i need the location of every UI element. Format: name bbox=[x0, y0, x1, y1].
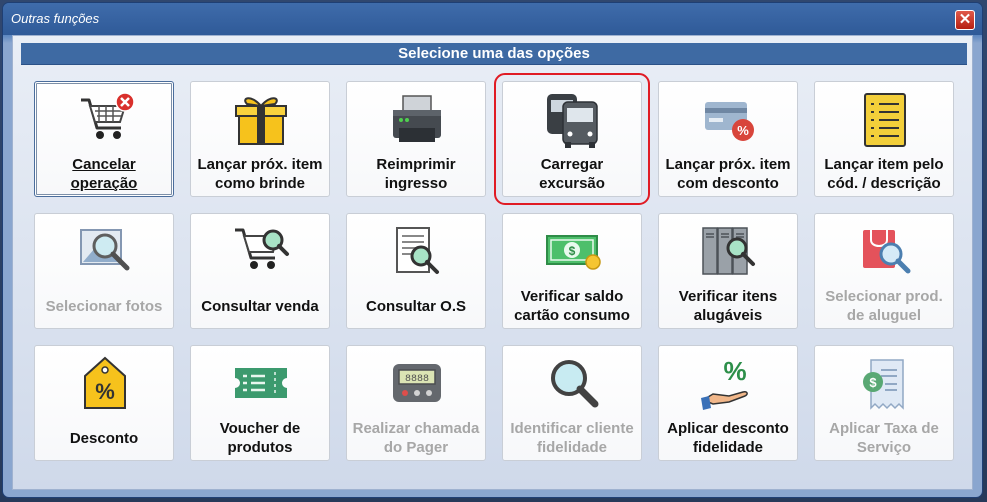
option-carregar-excursao[interactable]: Carregar excursão bbox=[494, 73, 650, 205]
close-button[interactable]: ✕ bbox=[955, 10, 975, 30]
pager-icon: 8888 bbox=[393, 364, 441, 402]
option-label-line1: Cancelar bbox=[72, 156, 136, 173]
svg-text:$: $ bbox=[569, 244, 576, 258]
buses-icon bbox=[547, 94, 598, 148]
option-label-line1: Verificar itens bbox=[678, 288, 778, 305]
svg-text:8888: 8888 bbox=[405, 374, 429, 385]
title-bar[interactable]: Outras funções ✕ bbox=[3, 3, 982, 35]
option-label-line1: Lançar item pelo bbox=[824, 156, 944, 173]
options-panel: Selecione uma das opções Cancelar operaçã… bbox=[12, 35, 973, 490]
option-label-line1: Consultar venda bbox=[201, 297, 319, 315]
bag-search-icon bbox=[863, 230, 911, 274]
option-label-line2: produtos bbox=[227, 439, 293, 456]
option-label-line1: Aplicar desconto bbox=[667, 420, 789, 437]
option-label-line1: Carregar bbox=[540, 156, 604, 173]
option-label-line2: com desconto bbox=[677, 175, 779, 192]
option-label-line1: Consultar O.S bbox=[365, 297, 466, 315]
option-label-line1: Selecionar prod. bbox=[825, 288, 943, 305]
hand-percent-icon: % bbox=[701, 356, 748, 410]
money-card-icon: $ bbox=[546, 235, 601, 270]
option-chamada-pager[interactable]: 8888 Realizar chamada do Pager bbox=[346, 345, 486, 461]
option-label-line2: como brinde bbox=[214, 175, 305, 192]
option-label-line2: fidelidade bbox=[536, 439, 607, 456]
option-label-line2: alugáveis bbox=[693, 307, 763, 324]
option-label-line2: cartão consumo bbox=[514, 307, 630, 324]
option-selecionar-prod-aluguel[interactable]: Selecionar prod. de aluguel bbox=[814, 213, 954, 329]
option-label-line2: excursão bbox=[539, 175, 605, 192]
option-verificar-saldo[interactable]: $ Verificar saldo cartão consumo bbox=[502, 213, 642, 329]
option-lancar-item-codigo[interactable]: Lançar item pelo cód. / descrição bbox=[814, 81, 954, 197]
option-label-line2: operação bbox=[70, 175, 138, 192]
document-search-icon bbox=[396, 227, 439, 274]
option-verificar-itens-alugaveis[interactable]: Verificar itens alugáveis bbox=[658, 213, 798, 329]
option-selecionar-fotos[interactable]: Selecionar fotos bbox=[34, 213, 174, 329]
percent-tag-icon: % bbox=[84, 356, 126, 409]
option-reimprimir-ingresso[interactable]: Reimprimir ingresso bbox=[346, 81, 486, 197]
option-consultar-os[interactable]: Consultar O.S bbox=[346, 213, 486, 329]
svg-text:%: % bbox=[95, 379, 115, 404]
photo-search-icon bbox=[80, 229, 130, 271]
option-cancelar-operacao[interactable]: Cancelar operação bbox=[34, 81, 174, 197]
option-label-line1: Lançar próx. item bbox=[197, 156, 323, 173]
option-label-line2: do Pager bbox=[383, 439, 449, 456]
svg-text:$: $ bbox=[869, 375, 877, 390]
gift-icon bbox=[235, 97, 287, 145]
option-label-line1: Voucher de bbox=[219, 420, 301, 437]
lockers-search-icon bbox=[702, 227, 755, 275]
cart-search-icon bbox=[235, 228, 289, 269]
option-lancar-desconto[interactable]: % Lançar próx. item com desconto bbox=[658, 81, 798, 197]
other-functions-dialog: Outras funções ✕ Selecione uma das opçõe… bbox=[2, 2, 983, 498]
list-icon bbox=[864, 93, 906, 147]
magnifier-icon bbox=[551, 360, 599, 408]
options-header: Selecione uma das opções bbox=[21, 43, 967, 65]
option-label-line1: Lançar próx. item bbox=[665, 156, 791, 173]
option-lancar-brinde[interactable]: Lançar próx. item como brinde bbox=[190, 81, 330, 197]
receipt-money-icon: $ bbox=[863, 359, 904, 410]
option-desconto[interactable]: % Desconto bbox=[34, 345, 174, 461]
option-label-line2: de aluguel bbox=[846, 307, 922, 324]
option-label-line1: Verificar saldo bbox=[520, 288, 624, 305]
option-label-line2: fidelidade bbox=[692, 439, 763, 456]
option-aplicar-desconto-fidelidade[interactable]: % Aplicar desconto fidelidade bbox=[658, 345, 798, 461]
cart-cancel-icon bbox=[81, 92, 135, 139]
window-title: Outras funções bbox=[11, 11, 100, 26]
option-label-line1: Identificar cliente bbox=[510, 420, 634, 437]
option-aplicar-taxa-servico[interactable]: $ Aplicar Taxa de Serviço bbox=[814, 345, 954, 461]
option-voucher-produtos[interactable]: Voucher de produtos bbox=[190, 345, 330, 461]
option-label-line1: Reimprimir bbox=[376, 156, 456, 173]
option-label-line2: ingresso bbox=[384, 175, 448, 192]
voucher-icon bbox=[235, 368, 287, 398]
option-label-line1: Aplicar Taxa de bbox=[829, 420, 939, 437]
printer-icon bbox=[393, 95, 441, 142]
option-label-line2: Serviço bbox=[856, 439, 912, 456]
option-label-line2: cód. / descrição bbox=[827, 175, 941, 192]
option-label-line1: Selecionar fotos bbox=[45, 297, 163, 315]
option-consultar-venda[interactable]: Consultar venda bbox=[190, 213, 330, 329]
option-label-line1: Realizar chamada bbox=[352, 420, 480, 437]
option-label-line1: Desconto bbox=[69, 429, 139, 447]
option-identificar-cliente-fidelidade[interactable]: Identificar cliente fidelidade bbox=[502, 345, 642, 461]
svg-text:%: % bbox=[723, 356, 746, 386]
card-discount-icon: % bbox=[705, 102, 754, 141]
svg-text:%: % bbox=[737, 123, 749, 138]
